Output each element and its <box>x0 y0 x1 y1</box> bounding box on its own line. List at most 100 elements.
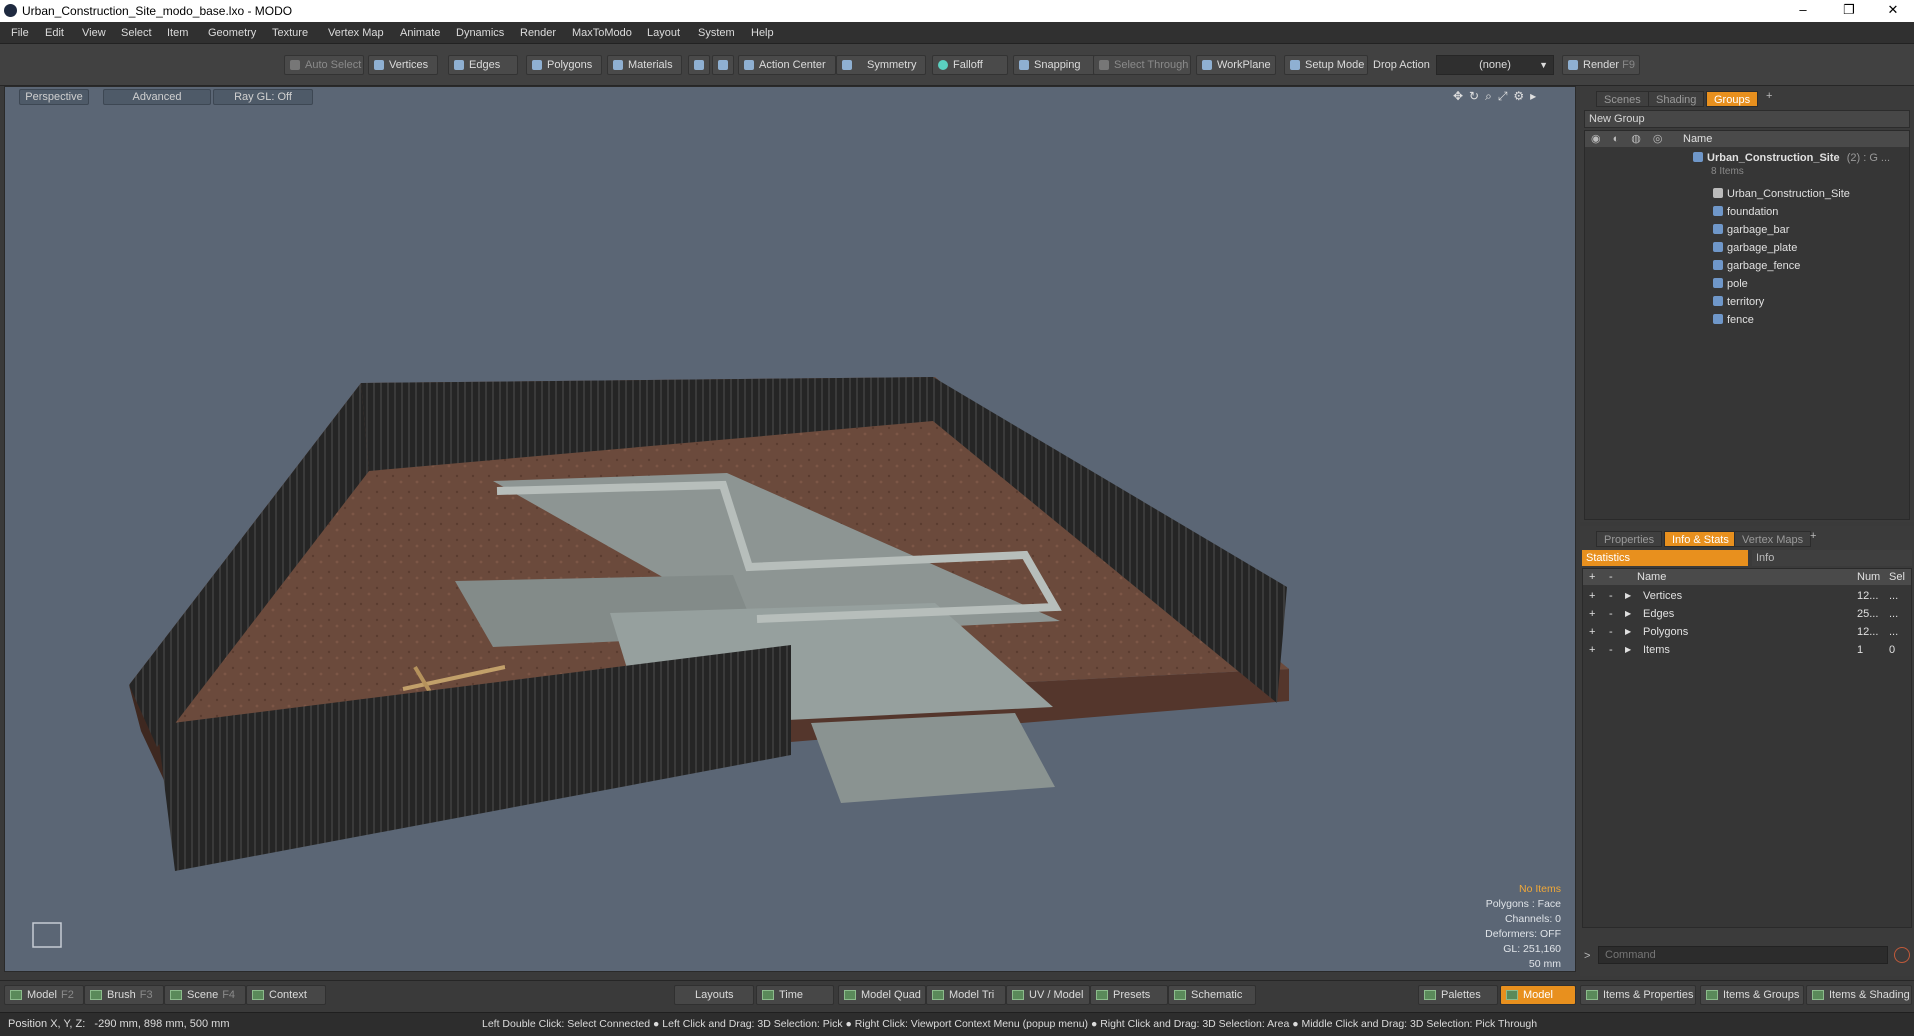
model-layout-button[interactable]: Model F2 <box>4 985 84 1005</box>
items-shading-button[interactable]: Items & Shading <box>1806 985 1912 1005</box>
menu-edit[interactable]: Edit <box>45 27 64 39</box>
mouse-hints: Left Double Click: Select Connected ● Le… <box>482 1018 1538 1030</box>
materials-button[interactable]: Materials <box>607 55 682 75</box>
tree-item[interactable]: fence <box>1585 311 1909 329</box>
tree-item[interactable]: pole <box>1585 275 1909 293</box>
mesh-icon <box>1713 260 1723 270</box>
tab-properties[interactable]: Properties <box>1596 531 1663 547</box>
model-tab-active[interactable]: Model <box>1500 985 1576 1005</box>
new-group-button[interactable]: New Group <box>1584 110 1910 128</box>
tree-item[interactable]: garbage_bar <box>1585 221 1909 239</box>
items-properties-button[interactable]: Items & Properties <box>1580 985 1696 1005</box>
scene-layout-button[interactable]: Scene F4 <box>164 985 246 1005</box>
mesh-icon <box>1713 314 1723 324</box>
maximize-button[interactable]: ❐ <box>1826 0 1872 22</box>
menu-texture[interactable]: Texture <box>272 27 308 39</box>
gl-info: GL: 251,160 <box>1503 943 1561 955</box>
layout-icon <box>844 990 856 1000</box>
menu-geometry[interactable]: Geometry <box>208 27 256 39</box>
menu-file[interactable]: File <box>11 27 29 39</box>
close-button[interactable]: ✕ <box>1870 0 1914 22</box>
tree-item[interactable]: foundation <box>1585 203 1909 221</box>
tab-ray-gl[interactable]: Ray GL: Off <box>213 89 313 105</box>
symmetry-button[interactable]: Symmetry <box>836 55 926 75</box>
stats-row-edges[interactable]: + - ▶ Edges 25...... <box>1583 605 1911 623</box>
model-quad-button[interactable]: Model Quad <box>838 985 926 1005</box>
tab-scenes[interactable]: Scenes <box>1596 91 1649 107</box>
uv-model-button[interactable]: UV / Model <box>1006 985 1090 1005</box>
menu-item[interactable]: Item <box>167 27 188 39</box>
auto-select-icon <box>290 60 300 70</box>
context-layout-button[interactable]: Context <box>246 985 326 1005</box>
tree-item[interactable]: territory <box>1585 293 1909 311</box>
presets-button[interactable]: Presets <box>1090 985 1168 1005</box>
layouts-button[interactable]: Layouts <box>674 985 754 1005</box>
layout-icon <box>1506 990 1518 1000</box>
menu-render[interactable]: Render <box>520 27 556 39</box>
stats-row-items[interactable]: + - ▶ Items 1 0 <box>1583 641 1911 659</box>
viewport-nav-icons[interactable]: ✥↻⌕⤢⚙▸ <box>1453 89 1563 104</box>
snapping-icon <box>1019 60 1029 70</box>
select-through-button[interactable]: Select Through <box>1093 55 1191 75</box>
select-mode-b-button[interactable] <box>712 55 734 75</box>
tree-item[interactable]: garbage_plate <box>1585 239 1909 257</box>
menu-layout[interactable]: Layout <box>647 27 680 39</box>
stats-row-polygons[interactable]: + - ▶ Polygons 12...... <box>1583 623 1911 641</box>
tab-perspective[interactable]: Perspective <box>19 89 89 105</box>
record-icon[interactable] <box>1894 947 1910 963</box>
brush-layout-button[interactable]: Brush F3 <box>84 985 164 1005</box>
menu-view[interactable]: View <box>82 27 106 39</box>
select-through-icon <box>1099 60 1109 70</box>
tab-info-stats[interactable]: Info & Stats <box>1664 531 1737 547</box>
layout-icon <box>1096 990 1108 1000</box>
expand-icon: ▶ <box>1625 591 1632 600</box>
menu-maxtomodo[interactable]: MaxToModo <box>572 27 632 39</box>
subtab-statistics[interactable]: Statistics <box>1582 550 1748 566</box>
subtab-info[interactable]: Info <box>1752 550 1912 566</box>
vertices-button[interactable]: Vertices <box>368 55 438 75</box>
modo-logo-icon <box>4 4 17 17</box>
menu-dynamics[interactable]: Dynamics <box>456 27 504 39</box>
menu-select[interactable]: Select <box>121 27 152 39</box>
tree-item[interactable]: garbage_fence <box>1585 257 1909 275</box>
setup-mode-button[interactable]: Setup Mode <box>1284 55 1368 75</box>
materials-icon <box>613 60 623 70</box>
minimize-button[interactable]: – <box>1780 0 1826 22</box>
select-mode-a-icon <box>694 60 704 70</box>
window-title: Urban_Construction_Site_modo_base.lxo - … <box>22 4 293 18</box>
add-tab-button[interactable]: + <box>1766 90 1772 102</box>
model-tri-button[interactable]: Model Tri <box>926 985 1006 1005</box>
tree-item[interactable]: Urban_Construction_Site <box>1585 185 1909 203</box>
drop-action-select[interactable]: (none) ▼ <box>1436 55 1554 75</box>
workplane-button[interactable]: WorkPlane <box>1196 55 1276 75</box>
auto-select-button[interactable]: Auto Select <box>284 55 364 75</box>
menu-vertex-map[interactable]: Vertex Map <box>328 27 384 39</box>
add-tab-button[interactable]: + <box>1810 530 1816 542</box>
layout-icon <box>1706 990 1718 1000</box>
menu-animate[interactable]: Animate <box>400 27 440 39</box>
time-layout-button[interactable]: Time <box>756 985 834 1005</box>
command-prompt-icon: > <box>1584 950 1591 962</box>
select-mode-a-button[interactable] <box>688 55 710 75</box>
items-groups-button[interactable]: Items & Groups <box>1700 985 1804 1005</box>
tab-advanced[interactable]: Advanced <box>103 89 211 105</box>
palettes-button[interactable]: Palettes <box>1418 985 1498 1005</box>
tab-groups[interactable]: Groups <box>1706 91 1759 107</box>
action-center-button[interactable]: Action Center <box>738 55 836 75</box>
snapping-button[interactable]: Snapping <box>1013 55 1095 75</box>
menu-help[interactable]: Help <box>751 27 774 39</box>
name-column-header: Name <box>1683 133 1713 145</box>
tab-shading[interactable]: Shading <box>1648 91 1705 107</box>
polygons-button[interactable]: Polygons <box>526 55 602 75</box>
title-bar: Urban_Construction_Site_modo_base.lxo - … <box>0 0 1914 22</box>
stats-row-vertices[interactable]: + - ▶ Vertices 12...... <box>1583 587 1911 605</box>
setup-mode-icon <box>1290 60 1300 70</box>
edges-button[interactable]: Edges <box>448 55 518 75</box>
render-button[interactable]: Render F9 <box>1562 55 1640 75</box>
command-input[interactable] <box>1598 946 1888 964</box>
falloff-button[interactable]: Falloff <box>932 55 1008 75</box>
3d-viewport[interactable]: Perspective Advanced Ray GL: Off ✥↻⌕⤢⚙▸ … <box>4 86 1576 972</box>
tab-vertex-maps[interactable]: Vertex Maps <box>1734 531 1812 547</box>
menu-system[interactable]: System <box>698 27 735 39</box>
schematic-button[interactable]: Schematic <box>1168 985 1256 1005</box>
